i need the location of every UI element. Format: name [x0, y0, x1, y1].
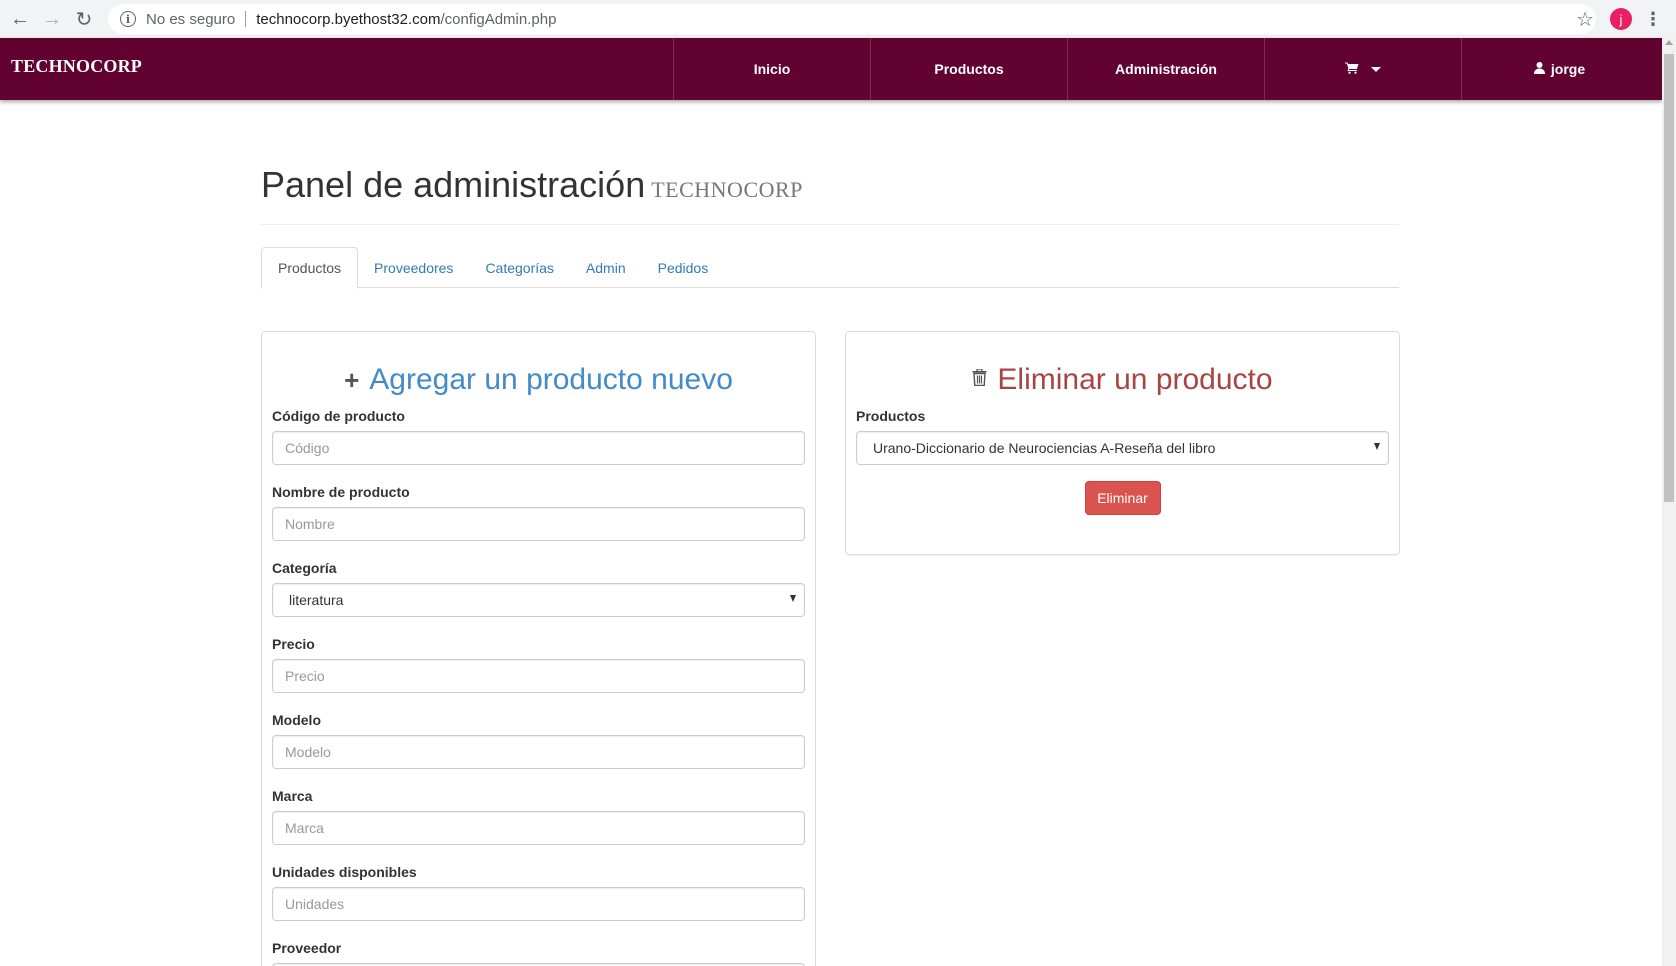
nav-item-cart[interactable]: [1264, 38, 1461, 100]
nav-item-user[interactable]: jorge: [1461, 38, 1657, 100]
productos-select[interactable]: Urano-Diccionario de Neurociencias A-Res…: [856, 431, 1389, 465]
tab-proveedores[interactable]: Proveedores: [358, 247, 469, 288]
categoria-label: Categoría: [272, 560, 337, 576]
form-group-proveedor: Proveedor: [272, 940, 805, 966]
browser-menu-icon[interactable]: ⋮: [1644, 9, 1662, 30]
chevron-down-icon: [1371, 66, 1381, 72]
bookmark-star-icon[interactable]: ☆: [1576, 7, 1594, 32]
nav-item-label: jorge: [1550, 61, 1586, 77]
modelo-label: Modelo: [272, 712, 321, 728]
brand-logo[interactable]: TECHNOCORP: [11, 56, 142, 77]
delete-product-panel: Eliminar un producto Productos Urano-Dic…: [845, 331, 1400, 555]
url-host: technocorp.byethost32.com: [256, 10, 441, 28]
app-navbar: TECHNOCORP Inicio Productos Administraci…: [0, 38, 1662, 100]
nombre-input[interactable]: Nombre: [272, 507, 805, 541]
codigo-label: Código de producto: [272, 408, 405, 424]
url-text[interactable]: technocorp.byethost32.com/configAdmin.ph…: [256, 11, 556, 28]
page-title-text: Panel de administración: [261, 164, 646, 205]
reload-icon[interactable]: ↻: [68, 3, 100, 35]
omnibox-divider: [245, 11, 247, 27]
browser-toolbar: ← → ↻ i No es seguro technocorp.byethost…: [0, 0, 1676, 38]
nav-item-label: Inicio: [753, 61, 791, 77]
select-arrow-icon: [1374, 443, 1380, 450]
forward-icon[interactable]: →: [36, 3, 68, 35]
nombre-label: Nombre de producto: [272, 484, 410, 500]
form-group-codigo: Código de producto Código: [272, 408, 805, 465]
user-icon: [1533, 61, 1545, 77]
unidades-input[interactable]: Unidades: [272, 887, 805, 921]
select-arrow-icon: [790, 595, 796, 602]
form-group-productos: Productos Urano-Diccionario de Neurocien…: [856, 408, 1389, 465]
page-scrollbar[interactable]: [1662, 38, 1676, 966]
marca-input[interactable]: Marca: [272, 811, 805, 845]
form-group-unidades: Unidades disponibles Unidades: [272, 864, 805, 921]
add-product-title: + Agregar un producto nuevo: [262, 360, 815, 400]
tab-pedidos[interactable]: Pedidos: [642, 247, 725, 288]
trash-icon: [972, 368, 987, 391]
add-product-title-text: Agregar un producto nuevo: [369, 363, 733, 396]
form-group-categoria: Categoría literatura: [272, 560, 805, 617]
tab-admin[interactable]: Admin: [570, 247, 642, 288]
eliminar-button[interactable]: Eliminar: [1084, 481, 1161, 515]
delete-product-title-text: Eliminar un producto: [997, 363, 1273, 396]
address-bar[interactable]: i No es seguro technocorp.byethost32.com…: [108, 4, 1596, 34]
form-group-precio: Precio Precio: [272, 636, 805, 693]
scroll-up-arrow-icon[interactable]: [1665, 40, 1673, 45]
security-label: No es seguro: [146, 10, 236, 28]
tab-productos[interactable]: Productos: [261, 247, 359, 289]
delete-product-title: Eliminar un producto: [846, 360, 1399, 400]
precio-label: Precio: [272, 636, 315, 652]
add-product-panel: + Agregar un producto nuevo Código de pr…: [261, 331, 816, 966]
shopping-cart-icon: [1345, 61, 1359, 78]
nav-item-label: Productos: [934, 61, 1004, 77]
precio-input[interactable]: Precio: [272, 659, 805, 693]
form-group-marca: Marca Marca: [272, 788, 805, 845]
proveedor-label: Proveedor: [272, 940, 342, 956]
productos-select-value: Urano-Diccionario de Neurociencias A-Res…: [873, 440, 1216, 456]
marca-label: Marca: [272, 788, 313, 804]
nav-item-administracion[interactable]: Administración: [1067, 38, 1264, 100]
page-title: Panel de administración TECHNOCORP: [261, 164, 1399, 206]
plus-icon: +: [344, 364, 360, 395]
profile-avatar[interactable]: j: [1610, 8, 1632, 30]
scroll-thumb[interactable]: [1664, 54, 1674, 502]
admin-tabs: Productos Proveedores Categorías Admin P…: [261, 247, 1399, 289]
page-header: Panel de administración TECHNOCORP: [261, 164, 1399, 225]
form-group-modelo: Modelo Modelo: [272, 712, 805, 769]
back-icon[interactable]: ←: [4, 3, 36, 35]
nav-item-label: Administración: [1115, 61, 1217, 77]
categoria-select-value: literatura: [289, 592, 344, 608]
modelo-input[interactable]: Modelo: [272, 735, 805, 769]
unidades-label: Unidades disponibles: [272, 864, 417, 880]
nav-item-inicio[interactable]: Inicio: [673, 38, 870, 100]
tab-categorias[interactable]: Categorías: [469, 247, 569, 288]
info-icon[interactable]: i: [120, 11, 136, 27]
nav-item-productos[interactable]: Productos: [870, 38, 1067, 100]
categoria-select[interactable]: literatura: [272, 583, 805, 617]
codigo-input[interactable]: Código: [272, 431, 805, 465]
page-subtitle: TECHNOCORP: [651, 177, 803, 202]
form-group-nombre: Nombre de producto Nombre: [272, 484, 805, 541]
url-path: /configAdmin.php: [440, 10, 557, 28]
productos-label: Productos: [856, 408, 926, 424]
